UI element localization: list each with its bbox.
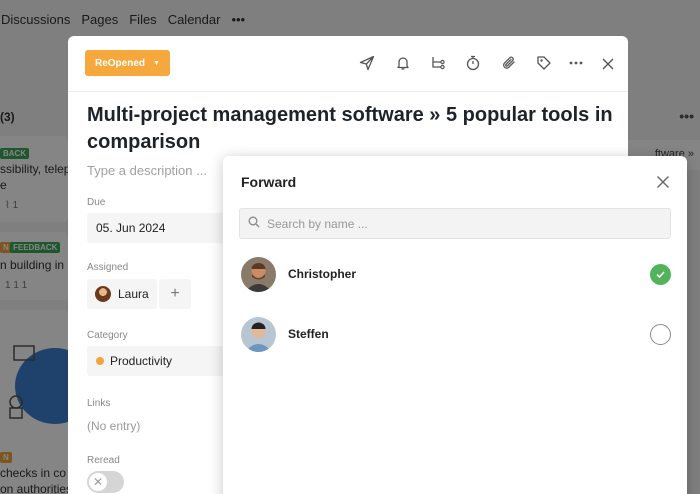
links-label: Links — [87, 398, 111, 409]
category-value: Productivity — [110, 354, 173, 368]
paperclip-icon[interactable] — [499, 53, 519, 73]
status-dropdown[interactable]: ReOpened ▼ — [85, 50, 170, 76]
person-name: Steffen — [288, 327, 329, 341]
add-assignee-button[interactable]: + — [159, 279, 191, 309]
close-icon[interactable] — [598, 54, 618, 74]
assignee-name: Laura — [118, 287, 149, 301]
checkmark-icon[interactable] — [650, 263, 671, 285]
avatar — [95, 286, 111, 302]
reread-label: Reread — [87, 455, 120, 466]
more-icon[interactable] — [566, 53, 586, 73]
avatar — [241, 316, 276, 352]
tag-icon[interactable] — [534, 53, 554, 73]
category-field[interactable]: Productivity — [87, 346, 237, 376]
search-field[interactable] — [239, 208, 671, 239]
dialog-title: Forward — [241, 174, 297, 190]
due-date-value: 05. Jun 2024 — [96, 221, 166, 235]
assignee-chip[interactable]: Laura — [87, 279, 157, 309]
task-toolbar: ReOpened ▼ — [68, 36, 628, 92]
avatar — [241, 256, 276, 292]
assigned-label: Assigned — [87, 262, 129, 273]
status-label: ReOpened — [95, 57, 146, 69]
bell-icon[interactable] — [393, 53, 413, 73]
close-icon[interactable] — [656, 175, 670, 189]
due-date-field[interactable]: 05. Jun 2024 — [87, 213, 237, 243]
send-icon[interactable] — [357, 53, 377, 73]
description-input[interactable]: Type a description ... — [87, 163, 207, 178]
search-icon — [248, 215, 260, 233]
timer-icon[interactable] — [463, 53, 483, 73]
person-row-christopher[interactable]: Christopher — [241, 256, 671, 292]
reread-toggle[interactable]: ✕ — [87, 471, 124, 493]
toggle-off-icon: ✕ — [89, 473, 107, 491]
links-value[interactable]: (No entry) — [87, 419, 140, 433]
search-input[interactable] — [267, 216, 647, 231]
due-label: Due — [87, 197, 106, 208]
category-label: Category — [87, 330, 128, 341]
task-title[interactable]: Multi-project management software » 5 po… — [87, 102, 617, 156]
subtask-icon[interactable] — [428, 53, 448, 73]
radio-unchecked-icon[interactable] — [650, 323, 671, 345]
person-row-steffen[interactable]: Steffen — [241, 316, 671, 352]
category-dot-icon — [96, 357, 104, 365]
chevron-down-icon: ▼ — [153, 59, 160, 67]
person-name: Christopher — [288, 267, 357, 281]
forward-dialog: Forward Christopher Steffen — [223, 156, 687, 494]
